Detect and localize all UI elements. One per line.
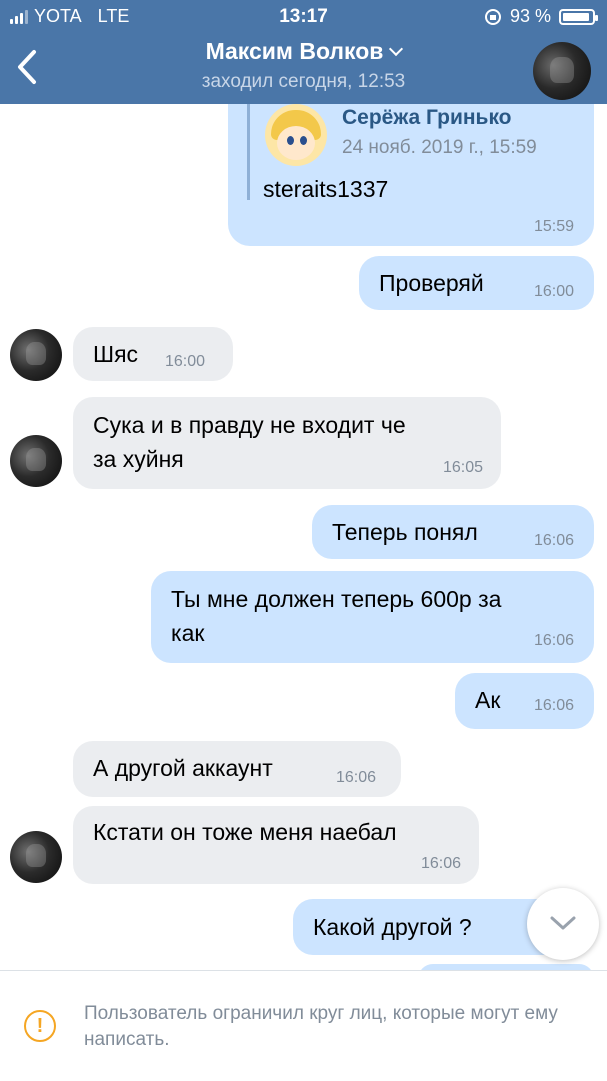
message-text: Проверяй bbox=[379, 270, 484, 296]
forwarded-text: steraits1337 bbox=[263, 176, 389, 202]
message-text: Кстати он тоже меня наебал bbox=[93, 819, 397, 845]
sender-avatar[interactable] bbox=[10, 831, 62, 883]
outgoing-message[interactable]: Ак 16:06 bbox=[455, 673, 594, 729]
message-time: 16:06 bbox=[533, 632, 574, 649]
chevron-down-icon bbox=[550, 916, 576, 930]
message-text: Теперь понял bbox=[332, 519, 478, 545]
chat-title[interactable]: Максим Волков заходил сегодня, 12:53 bbox=[100, 38, 507, 93]
message-time: 16:06 bbox=[336, 769, 377, 786]
incoming-message[interactable]: А другой аккаунт 16:06 bbox=[73, 741, 401, 797]
chevron-left-icon bbox=[18, 50, 36, 84]
notice-text: Пользователь ограничил круг лиц, которые… bbox=[84, 1003, 558, 1050]
forwarded-sender-name[interactable]: Серёжа Гринько bbox=[342, 106, 512, 130]
chevron-down-icon bbox=[389, 41, 404, 57]
exclamation-circle-icon: ! bbox=[24, 1010, 56, 1042]
message-time: 16:00 bbox=[533, 283, 574, 300]
message-text: Ты мне должен теперь 600р за как bbox=[171, 586, 502, 646]
outgoing-message[interactable]: Теперь понял 16:06 bbox=[312, 505, 594, 559]
outgoing-message[interactable]: Проверяй 16:00 bbox=[359, 256, 594, 310]
message-time: 16:06 bbox=[420, 855, 461, 872]
message-text: Какой другой ? bbox=[313, 914, 472, 940]
message-time: 16:06 bbox=[533, 697, 574, 714]
forwarded-sender-avatar[interactable] bbox=[265, 104, 327, 166]
sender-avatar[interactable] bbox=[10, 435, 62, 487]
rotation-lock-icon bbox=[484, 8, 501, 25]
scroll-down-button[interactable] bbox=[527, 888, 599, 960]
outgoing-message[interactable]: Ты мне должен теперь 600р за как 16:06 bbox=[151, 571, 594, 663]
message-time: 16:05 bbox=[442, 459, 483, 476]
incoming-message[interactable]: Шяс 16:00 bbox=[73, 327, 233, 381]
contact-avatar[interactable] bbox=[533, 42, 591, 100]
incoming-message[interactable]: Кстати он тоже меня наебал 16:06 bbox=[73, 806, 479, 884]
status-bar: YOTA LTE 13:17 93 % bbox=[0, 0, 607, 34]
write-restricted-notice: ! Пользователь ограничил круг лиц, котор… bbox=[0, 970, 607, 1081]
chat-header: YOTA LTE 13:17 93 % Максим Волков заходи… bbox=[0, 0, 607, 104]
forwarded-date: 24 нояб. 2019 г., 15:59 bbox=[342, 137, 537, 158]
message-text: Ак bbox=[475, 687, 501, 713]
message-text: А другой аккаунт bbox=[93, 755, 273, 781]
message-time: 16:06 bbox=[533, 532, 574, 549]
contact-name[interactable]: Максим Волков bbox=[206, 38, 384, 64]
back-button[interactable] bbox=[14, 48, 44, 88]
message-text: Шяс bbox=[93, 341, 139, 367]
battery-icon bbox=[559, 8, 598, 25]
message-text: Сука и в правду не входит че за хуйня bbox=[93, 412, 406, 472]
sender-avatar[interactable] bbox=[10, 329, 62, 381]
message-time: 15:59 bbox=[533, 218, 574, 235]
last-seen-status: заходил сегодня, 12:53 bbox=[201, 71, 406, 92]
incoming-message[interactable]: Сука и в правду не входит че за хуйня 16… bbox=[73, 397, 501, 489]
forward-quote-bar bbox=[247, 104, 250, 200]
message-time: 16:00 bbox=[165, 353, 206, 370]
battery-percent: 93 % bbox=[509, 6, 551, 26]
